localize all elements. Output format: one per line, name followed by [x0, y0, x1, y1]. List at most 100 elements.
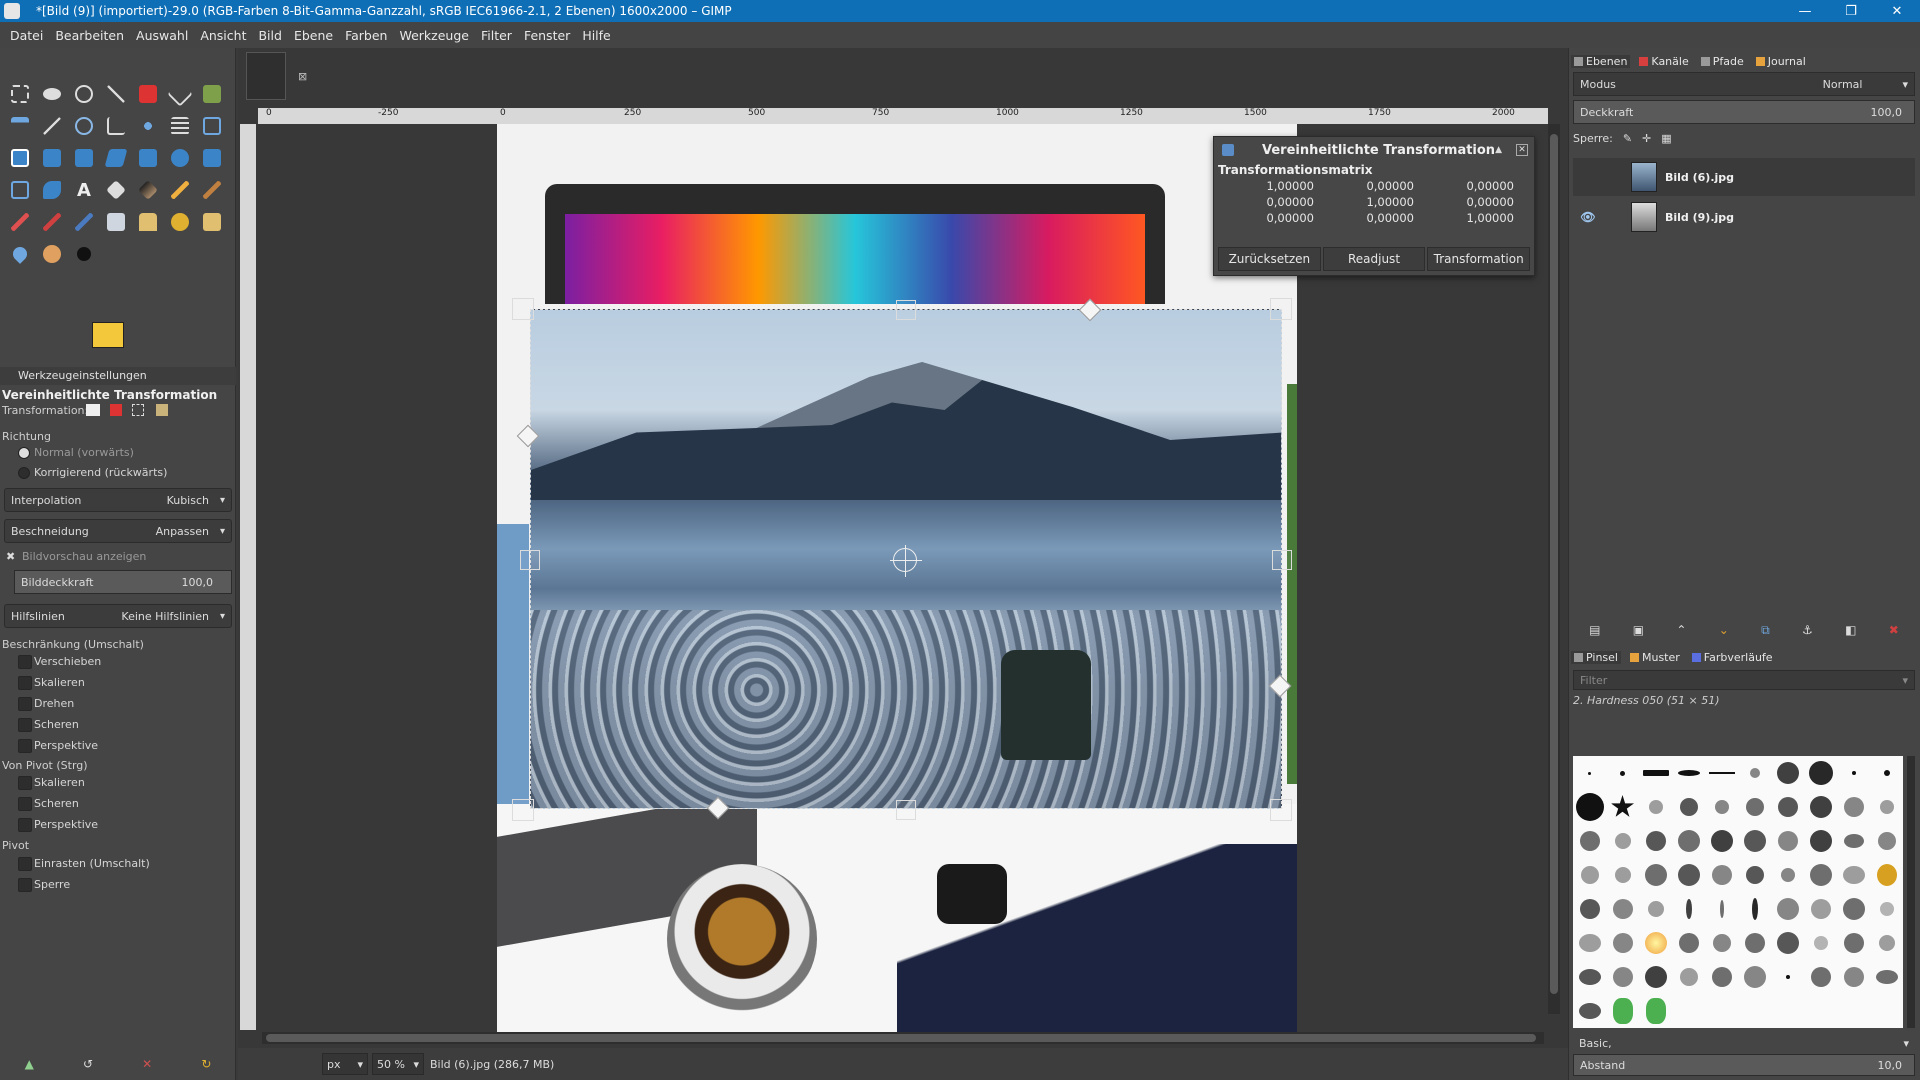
measure-tool[interactable]	[100, 110, 132, 142]
brush-item-selected[interactable]	[1776, 762, 1799, 784]
brush-item[interactable]	[1644, 966, 1667, 988]
menu-fenster[interactable]: Fenster	[518, 28, 576, 43]
brush-item[interactable]	[1579, 831, 1600, 851]
transform-path-icon[interactable]	[132, 404, 144, 416]
brush-item[interactable]	[1578, 1003, 1601, 1019]
brush-item[interactable]	[1879, 902, 1894, 916]
scroll-thumb[interactable]	[1550, 134, 1558, 994]
pencil-tool[interactable]	[164, 174, 196, 206]
tab-patterns[interactable]: Muster	[1627, 651, 1683, 664]
brush-item[interactable]	[1710, 830, 1733, 852]
brush-item[interactable]	[1878, 935, 1895, 951]
ellipse-select-tool[interactable]	[36, 78, 68, 110]
clone-tool[interactable]	[132, 206, 164, 238]
pivot-snap-checkbox[interactable]	[18, 857, 32, 871]
perspective-tool[interactable]	[132, 142, 164, 174]
brush-item[interactable]	[1614, 833, 1631, 849]
pivot-lock-checkbox[interactable]	[18, 878, 32, 892]
menu-werkzeuge[interactable]: Werkzeuge	[393, 28, 475, 43]
image-tab-thumbnail[interactable]	[246, 52, 286, 100]
brush-item[interactable]	[1875, 970, 1898, 984]
brush-item[interactable]	[1813, 936, 1828, 950]
corner-handle[interactable]	[1270, 799, 1292, 821]
brush-item[interactable]	[1745, 866, 1764, 884]
tab-gradients[interactable]: Farbverläufe	[1689, 651, 1776, 664]
brush-item[interactable]	[1614, 867, 1631, 883]
zoom-tool[interactable]	[68, 110, 100, 142]
brush-item[interactable]	[1714, 800, 1729, 814]
new-layer-icon[interactable]: ▤	[1589, 623, 1600, 637]
zoom-select[interactable]: 50 % ▾	[372, 1053, 424, 1075]
brush-item[interactable]	[1879, 800, 1894, 814]
image-opacity-slider[interactable]: Bilddeckkraft 100,0	[14, 570, 232, 594]
brush-item[interactable]	[1648, 800, 1663, 814]
delete-layer-icon[interactable]: ✖	[1889, 623, 1899, 637]
align-tool[interactable]	[4, 110, 36, 142]
interpolation-combo[interactable]: Interpolation Kubisch ▾	[4, 488, 232, 512]
brush-item[interactable]	[1711, 865, 1732, 885]
brush-item[interactable]	[1677, 864, 1700, 886]
brush-item[interactable]	[1685, 899, 1692, 919]
tab-paths[interactable]: Pfade	[1698, 55, 1747, 68]
brush-item[interactable]	[1678, 933, 1699, 953]
star-brush-icon[interactable]	[1610, 795, 1635, 817]
pepper-brush-icon[interactable]	[1645, 998, 1666, 1024]
brush-scrollbar[interactable]	[1907, 756, 1915, 1028]
brush-item[interactable]	[1578, 934, 1601, 952]
brush-item[interactable]	[1578, 969, 1601, 985]
brush-item[interactable]	[1677, 830, 1700, 852]
transform-selection-icon[interactable]	[110, 404, 122, 416]
brush-item[interactable]	[1809, 830, 1832, 852]
corner-handle[interactable]	[512, 799, 534, 821]
brush-item[interactable]	[1719, 900, 1724, 918]
save-preset-icon[interactable]: ▲	[25, 1057, 34, 1071]
restore-button[interactable]: ❐	[1828, 0, 1874, 22]
menu-hilfe[interactable]: Hilfe	[576, 28, 616, 43]
bucket-fill-tool[interactable]	[100, 174, 132, 206]
smudge-tool[interactable]	[36, 238, 68, 270]
scale-tool[interactable]	[68, 142, 100, 174]
transform-layer-icon[interactable]	[86, 404, 100, 416]
menu-ansicht[interactable]: Ansicht	[194, 28, 252, 43]
brush-item[interactable]	[1612, 967, 1633, 987]
menu-filter[interactable]: Filter	[475, 28, 518, 43]
tool-options-tab[interactable]: Werkzeugeinstellungen	[0, 367, 236, 385]
menu-bild[interactable]: Bild	[252, 28, 287, 43]
brush-item[interactable]	[1809, 864, 1832, 886]
menu-ebene[interactable]: Ebene	[288, 28, 339, 43]
brush-item[interactable]	[1620, 770, 1625, 776]
menu-farben[interactable]: Farben	[339, 28, 393, 43]
dodge-burn-tool[interactable]	[68, 238, 100, 270]
constraint-move-checkbox[interactable]	[18, 655, 32, 669]
brush-item[interactable]	[1776, 898, 1799, 920]
brush-item[interactable]	[1843, 834, 1864, 848]
menu-auswahl[interactable]: Auswahl	[130, 28, 194, 43]
brush-item[interactable]	[1751, 898, 1758, 920]
raise-layer-icon[interactable]: ⌃	[1676, 623, 1686, 637]
brush-filter-input[interactable]: Filter ▾	[1573, 670, 1915, 690]
layer-row[interactable]: Bild (6).jpg	[1573, 158, 1915, 196]
rotate-tool[interactable]	[36, 142, 68, 174]
anchor-layer-icon[interactable]: ⚓	[1802, 623, 1813, 637]
edge-handle[interactable]	[896, 300, 916, 320]
unified-transform-tool[interactable]	[4, 142, 36, 174]
pivot-perspective-checkbox[interactable]	[18, 818, 32, 832]
foreground-color[interactable]	[92, 322, 124, 348]
reset-button[interactable]: Zurücksetzen	[1218, 247, 1321, 271]
rect-select-tool[interactable]	[4, 78, 36, 110]
blur-tool[interactable]	[4, 238, 36, 270]
restore-preset-icon[interactable]: ↺	[83, 1057, 93, 1071]
brush-item[interactable]	[1745, 798, 1764, 816]
airbrush-tool[interactable]	[36, 206, 68, 238]
brush-item[interactable]	[1612, 933, 1633, 953]
brush-item[interactable]	[1810, 899, 1831, 919]
clipping-combo[interactable]: Beschneidung Anpassen ▾	[4, 519, 232, 543]
move-tool[interactable]	[132, 110, 164, 142]
gradient-tool[interactable]	[132, 174, 164, 206]
brush-item[interactable]	[1644, 932, 1667, 954]
brush-item[interactable]	[1743, 966, 1766, 988]
eraser-tool[interactable]	[4, 206, 36, 238]
brush-grid[interactable]	[1573, 756, 1903, 1028]
flip-tool[interactable]	[196, 142, 228, 174]
warp-tool[interactable]	[36, 174, 68, 206]
